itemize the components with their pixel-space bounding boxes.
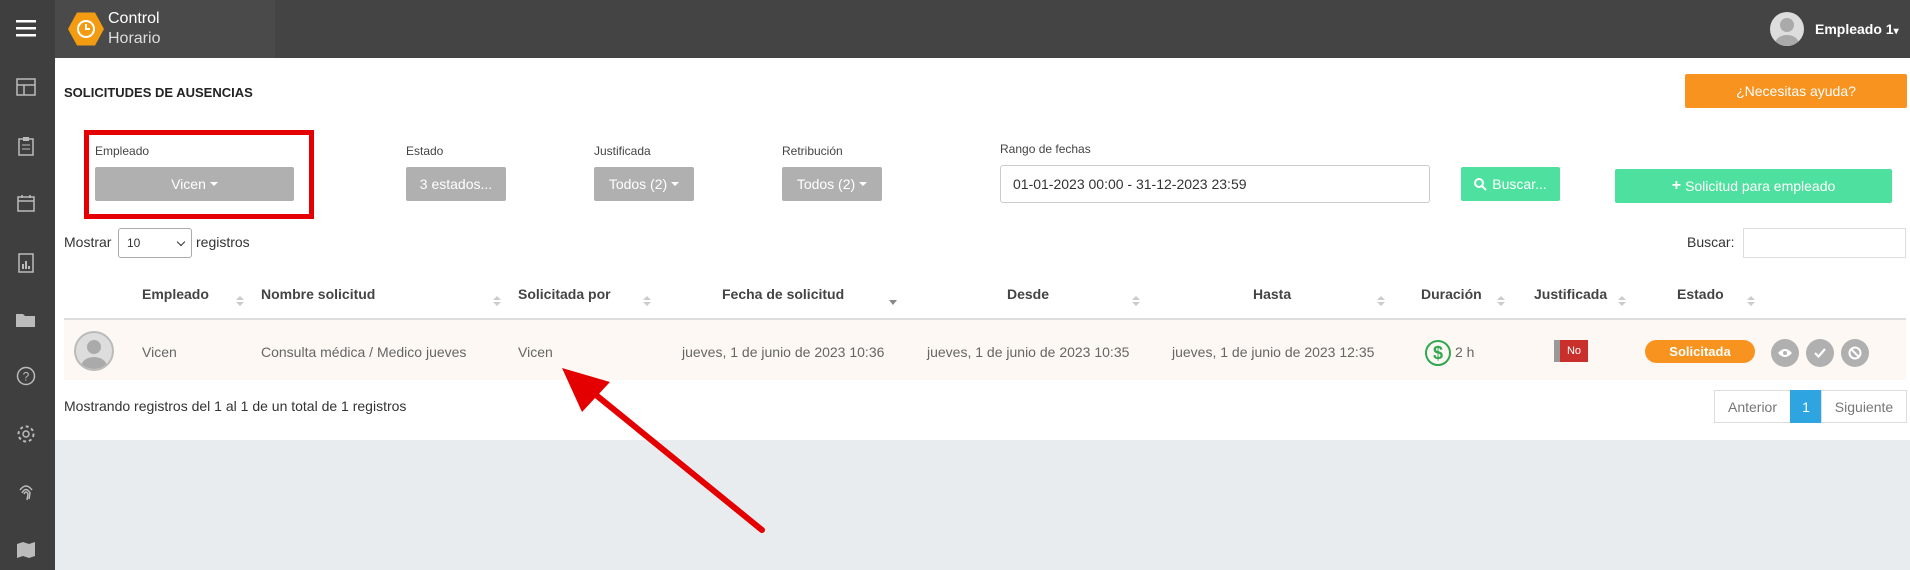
approve-button[interactable] [1806,339,1834,367]
header-empleado[interactable]: Empleado [142,286,209,302]
svg-text:?: ? [23,370,30,384]
pagination-prev[interactable]: Anterior [1714,390,1791,423]
caret-down-icon [671,182,680,186]
justificada-value: No [1566,345,1582,357]
sort-icon[interactable] [493,296,501,306]
caret-down-icon [859,182,868,186]
view-button[interactable] [1771,339,1799,367]
logo-text-horario: Horario [108,30,161,47]
new-request-label: Solicitud para empleado [1685,178,1836,194]
header-solicitada[interactable]: Solicitada por [518,286,611,302]
annotation-arrow [562,368,765,533]
sort-desc-icon[interactable] [889,300,897,305]
sort-icon[interactable] [1132,296,1140,306]
plus-icon: + [1671,177,1682,194]
avatar [74,331,114,371]
cell-empleado: Vicen [142,344,177,360]
estado-dropdown[interactable]: 3 estados... [406,167,506,201]
folder-icon[interactable] [13,307,39,333]
logo-text-control: Control [108,10,160,27]
cell-hasta: jueves, 1 de junio de 2023 12:35 [1172,344,1375,360]
highlight-box [84,130,314,219]
user-avatar[interactable] [1770,12,1804,46]
records-label: registros [196,234,250,250]
date-range-value: 01-01-2023 00:00 - 31-12-2023 23:59 [1013,176,1247,192]
status-badge: Solicitada [1645,340,1755,363]
table-search-input[interactable] [1743,228,1906,258]
sort-icon[interactable] [643,296,651,306]
sort-icon[interactable] [1747,296,1755,306]
search-button-label: Buscar... [1492,176,1547,192]
new-request-button[interactable]: + Solicitud para empleado [1615,169,1892,203]
justificada-toggle[interactable]: No [1554,340,1588,362]
header-nombre[interactable]: Nombre solicitud [261,286,375,302]
records-info: Mostrando registros del 1 al 1 de un tot… [64,398,407,414]
header-justificada[interactable]: Justificada [1534,286,1607,302]
header-duracion[interactable]: Duración [1421,286,1482,302]
show-label: Mostrar [64,234,112,250]
pagination-next[interactable]: Siguiente [1821,390,1907,423]
estado-value: 3 estados... [419,176,493,192]
sort-icon[interactable] [1618,296,1626,306]
retribucion-label: Retribución [782,144,843,158]
check-icon [1814,348,1826,359]
settings-icon[interactable] [13,421,39,447]
eye-icon [1778,349,1792,357]
sort-icon[interactable] [1377,296,1385,306]
sort-icon[interactable] [1497,296,1505,306]
rango-label: Rango de fechas [1000,142,1091,156]
menu-icon[interactable] [13,15,39,41]
top-bar [0,0,1910,58]
justificada-value: Todos (2) [608,176,668,192]
header-fecha[interactable]: Fecha de solicitud [722,286,844,302]
calendar-icon[interactable] [13,190,39,216]
cell-duracion: 2 h [1455,344,1475,360]
sidebar: ? [0,0,55,570]
user-menu[interactable]: Empleado 1▾ [1815,21,1899,37]
cell-fecha: jueves, 1 de junio de 2023 10:36 [682,344,885,360]
chevron-down-icon: ▾ [1893,26,1899,37]
clipboard-icon[interactable] [13,133,39,159]
page-title: SOLICITUDES DE AUSENCIAS [64,85,253,100]
search-button[interactable]: Buscar... [1461,167,1560,201]
date-range-input[interactable]: 01-01-2023 00:00 - 31-12-2023 23:59 [1000,165,1430,203]
dashboard-icon[interactable] [13,74,39,100]
help-icon[interactable]: ? [13,363,39,389]
cell-solicitada: Vicen [518,344,553,360]
reports-icon[interactable] [13,250,39,276]
paid-icon: $ [1425,340,1451,366]
justificada-label: Justificada [594,144,651,158]
fingerprint-icon[interactable] [13,479,39,505]
header-desde[interactable]: Desde [1007,286,1049,302]
reject-button[interactable] [1841,339,1869,367]
pagination-page[interactable]: 1 [1790,390,1822,423]
header-estado[interactable]: Estado [1677,286,1724,302]
retribucion-value: Todos (2) [796,176,856,192]
main-panel [55,58,1910,440]
page-size-select[interactable]: 10 [118,228,192,258]
cell-nombre: Consulta médica / Medico jueves [261,344,467,360]
header-hasta[interactable]: Hasta [1253,286,1291,302]
user-name: Empleado 1 [1815,21,1894,37]
retribucion-dropdown[interactable]: Todos (2) [782,167,882,201]
map-icon[interactable] [13,537,39,563]
estado-label: Estado [406,144,444,158]
page-size-value: 10 [127,236,141,250]
table-search-label: Buscar: [1687,234,1735,250]
sort-icon[interactable] [236,296,244,306]
search-icon [1474,177,1487,191]
cell-desde: jueves, 1 de junio de 2023 10:35 [927,344,1130,360]
help-button[interactable]: ¿Necesitas ayuda? [1685,74,1907,108]
justificada-dropdown[interactable]: Todos (2) [594,167,694,201]
chevron-down-icon [176,237,186,247]
ban-icon [1848,346,1862,360]
